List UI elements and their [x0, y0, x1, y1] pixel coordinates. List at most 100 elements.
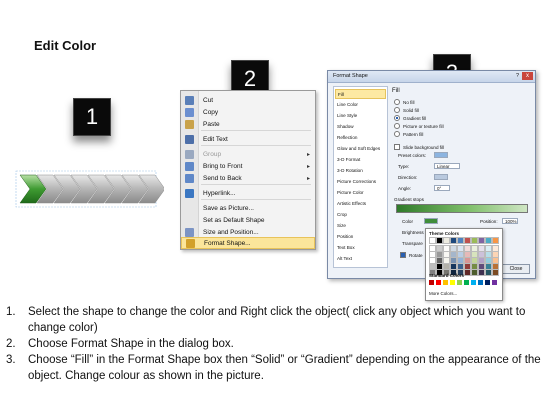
category-item[interactable]: Line Style	[337, 111, 385, 121]
page-title: Edit Color	[34, 38, 97, 53]
preset-colors-dropdown[interactable]	[434, 152, 448, 158]
fill-option[interactable]: Pattern fill	[394, 131, 423, 137]
menu-item-label: Paste	[203, 120, 220, 128]
category-list: Fill Line Color Line Style Shadow Reflection…	[333, 86, 388, 268]
copy-icon	[185, 107, 194, 117]
direction-dropdown[interactable]	[434, 174, 448, 180]
menu-item-paste[interactable]: Paste	[181, 118, 315, 130]
dialog-title: Format Shape	[333, 73, 368, 79]
category-item[interactable]: Glow and Soft Edges	[337, 144, 385, 154]
category-item[interactable]: Text Box	[337, 243, 385, 253]
standard-color-swatch[interactable]	[471, 280, 476, 285]
menu-item-save-as-picture[interactable]: Save as Picture...	[181, 202, 315, 214]
standard-color-swatch[interactable]	[436, 280, 441, 285]
theme-color-swatch[interactable]	[464, 237, 471, 244]
menu-item-label: Size and Position...	[203, 228, 259, 236]
menu-item-hyperlink[interactable]: Hyperlink...	[181, 187, 315, 199]
checkbox[interactable]	[394, 144, 400, 150]
theme-color-swatch[interactable]	[492, 237, 499, 244]
fill-option[interactable]: No fill	[394, 99, 415, 105]
color-dropdown[interactable]	[424, 218, 438, 224]
menu-item-cut[interactable]: Cut	[181, 94, 315, 106]
menu-item-send-to-back[interactable]: Send to Back ▸	[181, 172, 315, 184]
radio-button[interactable]	[394, 107, 400, 113]
submenu-arrow-icon: ▸	[307, 175, 311, 182]
rotate-option[interactable]: Rotate	[400, 252, 423, 258]
category-item[interactable]: Crop	[337, 210, 385, 220]
standard-color-swatch[interactable]	[450, 280, 455, 285]
theme-color-swatch[interactable]	[429, 237, 436, 244]
theme-color-swatch[interactable]	[457, 237, 464, 244]
category-item[interactable]: Reflection	[337, 133, 385, 143]
menu-item-format-shape[interactable]: Format Shape...	[181, 237, 315, 249]
step-text: Choose “Fill” in the Format Shape box th…	[28, 354, 541, 382]
theme-color-swatch[interactable]	[485, 237, 492, 244]
slide-background-label: Slide background fill	[403, 144, 445, 150]
checkbox[interactable]	[400, 252, 406, 258]
group-icon	[185, 149, 194, 159]
theme-color-swatch[interactable]	[471, 237, 478, 244]
standard-color-swatch[interactable]	[457, 280, 462, 285]
standard-color-swatch[interactable]	[464, 280, 469, 285]
category-item[interactable]: Line Color	[337, 100, 385, 110]
menu-item-set-as-default-shape[interactable]: Set as Default Shape	[181, 214, 315, 226]
close-button[interactable]: Close	[502, 264, 530, 274]
radio-button[interactable]	[394, 123, 400, 129]
gradient-stops-bar[interactable]	[396, 204, 528, 213]
theme-color-swatch[interactable]	[443, 237, 450, 244]
theme-color-swatch[interactable]	[471, 269, 478, 276]
fill-option[interactable]: Picture or texture fill	[394, 123, 444, 129]
category-item[interactable]: 3-D Format	[337, 155, 385, 165]
menu-item-copy[interactable]: Copy	[181, 106, 315, 118]
theme-color-swatch[interactable]	[485, 269, 492, 276]
radio-button[interactable]	[394, 131, 400, 137]
category-item[interactable]: Alt Text	[337, 254, 385, 264]
category-item[interactable]: Picture Corrections	[337, 177, 385, 187]
menu-item-group[interactable]: Group ▸	[181, 148, 315, 160]
menu-item-bring-to-front[interactable]: Bring to Front ▸	[181, 160, 315, 172]
theme-color-swatch[interactable]	[492, 269, 499, 276]
help-button[interactable]: ?	[516, 73, 519, 79]
category-item[interactable]: Picture Color	[337, 188, 385, 198]
chevron-arrows-shape[interactable]	[14, 165, 164, 215]
standard-color-swatch[interactable]	[485, 280, 490, 285]
theme-color-swatch[interactable]	[478, 237, 485, 244]
menu-item-label: Hyperlink...	[203, 189, 236, 197]
radio-button[interactable]	[394, 99, 400, 105]
theme-color-swatch[interactable]	[478, 269, 485, 276]
radio-button[interactable]	[394, 115, 400, 121]
brightness-label: Brightness	[402, 230, 424, 235]
standard-colors-label: Standard Colors	[429, 273, 465, 278]
angle-input[interactable]: 0°	[434, 185, 450, 191]
theme-color-swatch[interactable]	[450, 237, 457, 244]
fill-option[interactable]: Gradient fill	[394, 115, 426, 121]
menu-icon-placeholder	[185, 216, 194, 225]
close-icon[interactable]: x	[522, 72, 533, 80]
standard-color-swatch[interactable]	[478, 280, 483, 285]
step-text: Choose Format Shape in the dialog box.	[28, 338, 234, 350]
more-colors-link[interactable]: More Colors...	[429, 291, 457, 296]
fill-option[interactable]: Solid fill	[394, 107, 419, 113]
category-item[interactable]: Fill	[335, 89, 386, 99]
category-item[interactable]: Size	[337, 221, 385, 231]
position-label: Position:	[480, 219, 498, 224]
theme-color-swatch[interactable]	[436, 237, 443, 244]
standard-color-swatch[interactable]	[429, 280, 434, 285]
theme-color-swatch[interactable]	[464, 269, 471, 276]
category-item[interactable]: Artistic Effects	[337, 199, 385, 209]
step-number: 2.	[6, 338, 16, 350]
menu-item-edit-text[interactable]: Edit Text	[181, 133, 315, 145]
category-item[interactable]: Position	[337, 232, 385, 242]
send-back-icon	[185, 173, 194, 183]
category-item[interactable]: 3-D Rotation	[337, 166, 385, 176]
standard-color-swatch[interactable]	[443, 280, 448, 285]
category-item[interactable]: Shadow	[337, 122, 385, 132]
slide-background-option[interactable]: Slide background fill	[394, 144, 444, 150]
instruction-list: 1. Select the shape to change the color a…	[6, 304, 551, 384]
standard-color-swatch[interactable]	[492, 280, 497, 285]
fill-option-label: Gradient fill	[403, 115, 427, 121]
instruction-step: 3. Choose “Fill” in the Format Shape box …	[6, 352, 551, 384]
type-select[interactable]: Linear	[434, 163, 460, 169]
position-input[interactable]: 100%	[502, 218, 518, 224]
menu-item-label: Copy	[203, 108, 219, 116]
